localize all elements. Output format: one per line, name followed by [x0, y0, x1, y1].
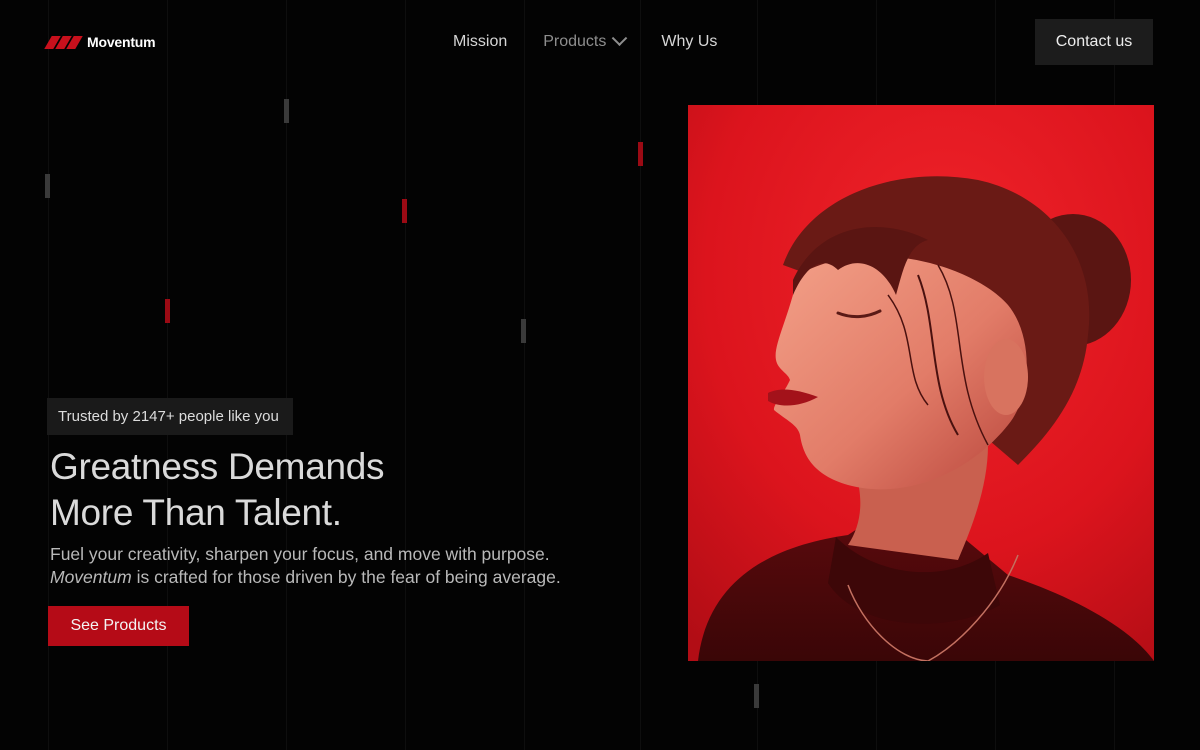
grid-tick: [402, 199, 407, 223]
grid-tick: [165, 299, 170, 323]
grid-tick: [638, 142, 643, 166]
grid-tick: [754, 684, 759, 708]
trust-badge: Trusted by 2147+ people like you: [47, 398, 293, 435]
grid-tick: [45, 174, 50, 198]
headline-line-2: More Than Talent.: [50, 492, 342, 533]
brand-name: Moventum: [87, 34, 156, 50]
subtitle-brand: Moventum: [50, 567, 132, 587]
brand-logo[interactable]: Moventum: [44, 34, 156, 50]
grid-tick: [521, 319, 526, 343]
grid-line: [524, 0, 525, 750]
grid-line: [640, 0, 641, 750]
headline-line-1: Greatness Demands: [50, 446, 385, 487]
nav-item-products[interactable]: Products: [543, 29, 628, 52]
chevron-down-icon: [612, 29, 628, 46]
hero-headline: Greatness Demands More Than Talent.: [50, 444, 385, 536]
hero-image: [688, 105, 1154, 661]
nav-item-products-label: Products: [543, 33, 607, 50]
grid-tick: [284, 99, 289, 123]
see-products-button[interactable]: See Products: [48, 606, 189, 646]
main-nav: Mission Products Why Us: [453, 29, 717, 52]
subtitle-line-2: is crafted for those driven by the fear …: [131, 567, 561, 587]
nav-item-why-us[interactable]: Why Us: [661, 32, 717, 52]
logo-mark-icon: [44, 35, 83, 49]
subtitle-line-1: Fuel your creativity, sharpen your focus…: [50, 544, 550, 564]
contact-us-button[interactable]: Contact us: [1035, 19, 1153, 65]
hero-subtitle: Fuel your creativity, sharpen your focus…: [50, 543, 650, 589]
nav-item-mission[interactable]: Mission: [453, 32, 507, 52]
grid-line: [405, 0, 406, 750]
